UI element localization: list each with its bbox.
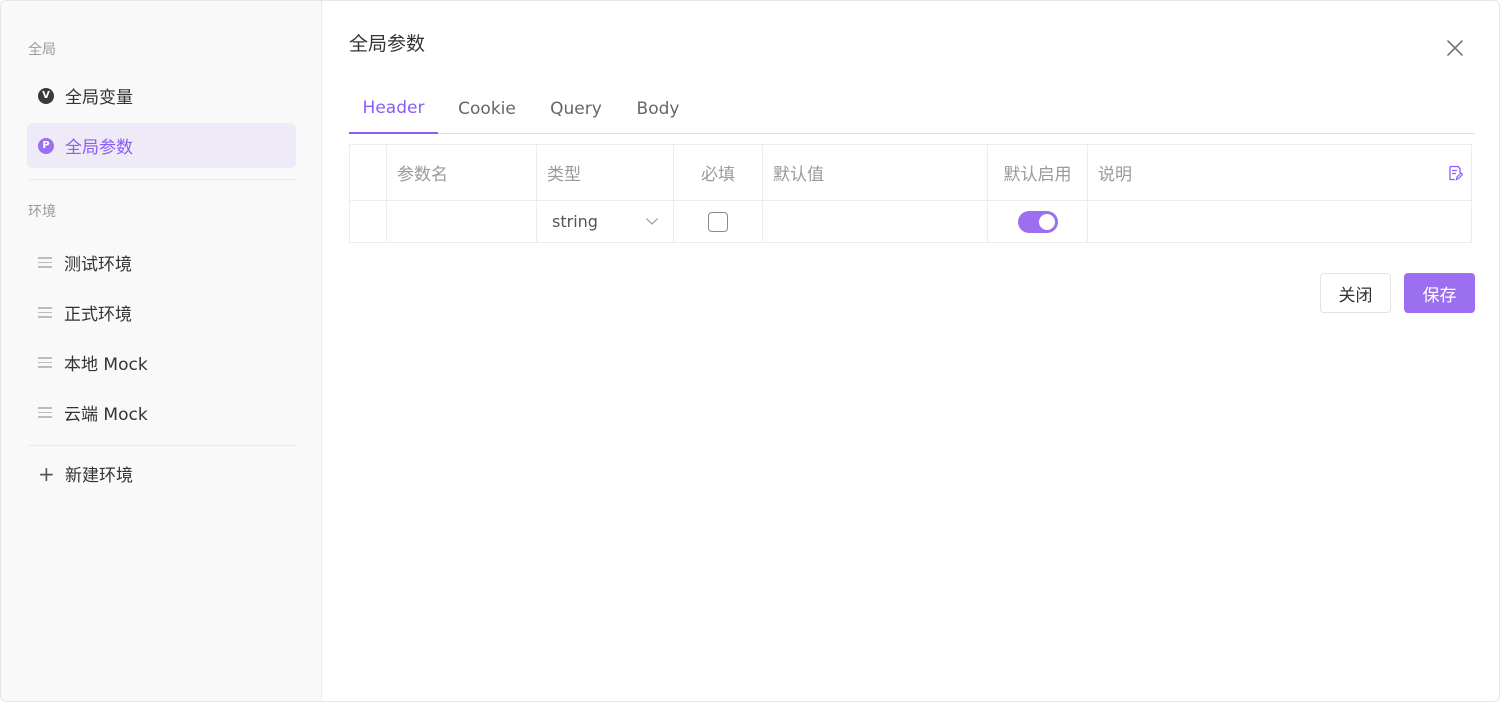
sidebar-item-env-prod[interactable]: 正式环境 (27, 290, 296, 335)
table-header-spacer (350, 145, 387, 201)
table-header-required: 必填 (674, 145, 763, 201)
type-select[interactable]: string (537, 201, 674, 242)
required-checkbox[interactable] (708, 211, 728, 232)
sidebar-item-label: 本地 Mock (64, 355, 148, 375)
sidebar-item-label: 全局变量 (65, 88, 133, 108)
tab-cookie[interactable]: Cookie (449, 83, 525, 134)
default-value-input[interactable] (763, 201, 988, 242)
save-button[interactable]: 保存 (1404, 273, 1475, 313)
divider (28, 179, 296, 180)
table-header-description-label: 说明 (1098, 165, 1132, 185)
params-table: 参数名 类型 必填 默认值 默认启用 说明 string (349, 144, 1472, 243)
table-row-spacer (350, 201, 387, 242)
section-label-env: 环境 (28, 204, 56, 220)
table-header-enabled: 默认启用 (988, 145, 1088, 201)
section-label-global: 全局 (28, 42, 56, 58)
tab-query[interactable]: Query (541, 83, 611, 134)
drag-handle-icon[interactable] (38, 257, 52, 268)
close-button[interactable]: 关闭 (1320, 273, 1391, 313)
chevron-down-icon (646, 218, 658, 225)
toggle-knob (1038, 213, 1055, 230)
sidebar-item-label: 云端 Mock (64, 405, 148, 425)
sidebar: 全局 V 全局变量 P 全局参数 环境 测试环境 正式环境 本地 Mock 云端… (1, 1, 322, 701)
table-header-type: 类型 (537, 145, 674, 201)
drag-handle-icon[interactable] (38, 307, 52, 318)
close-icon[interactable] (1445, 38, 1465, 58)
tab-header[interactable]: Header (349, 83, 438, 134)
enabled-cell (988, 201, 1088, 242)
new-environment-label: 新建环境 (65, 466, 133, 486)
sidebar-item-env-cloud-mock[interactable]: 云端 Mock (27, 390, 296, 435)
table-header-description: 说明 (1088, 145, 1471, 201)
sidebar-item-label: 正式环境 (64, 305, 132, 325)
divider (28, 445, 296, 446)
sidebar-item-env-local-mock[interactable]: 本地 Mock (27, 340, 296, 385)
param-name-input[interactable] (387, 201, 537, 242)
required-cell (674, 201, 763, 242)
description-input[interactable] (1088, 201, 1471, 242)
drag-handle-icon[interactable] (38, 357, 52, 368)
variable-icon: V (38, 87, 54, 104)
enabled-toggle[interactable] (1017, 210, 1058, 233)
sidebar-item-global-variables[interactable]: V 全局变量 (27, 73, 296, 118)
drag-handle-icon[interactable] (38, 407, 52, 418)
sidebar-item-env-test[interactable]: 测试环境 (27, 240, 296, 285)
sidebar-item-global-parameters[interactable]: P 全局参数 (27, 123, 296, 168)
plus-icon: + (38, 461, 55, 486)
type-select-value: string (552, 212, 598, 231)
table-header-default-value: 默认值 (763, 145, 988, 201)
page-title: 全局参数 (349, 33, 426, 55)
parameter-icon: P (38, 137, 54, 154)
tab-body[interactable]: Body (628, 83, 688, 134)
sidebar-item-label: 测试环境 (64, 255, 132, 275)
table-header-name: 参数名 (387, 145, 537, 201)
dialog: 全局 V 全局变量 P 全局参数 环境 测试环境 正式环境 本地 Mock 云端… (0, 0, 1500, 702)
new-environment-button[interactable]: + 新建环境 (27, 451, 296, 496)
tab-bar: Header Cookie Query Body (349, 83, 1475, 134)
sidebar-item-label: 全局参数 (65, 138, 133, 158)
bulk-edit-icon[interactable] (1447, 165, 1463, 181)
